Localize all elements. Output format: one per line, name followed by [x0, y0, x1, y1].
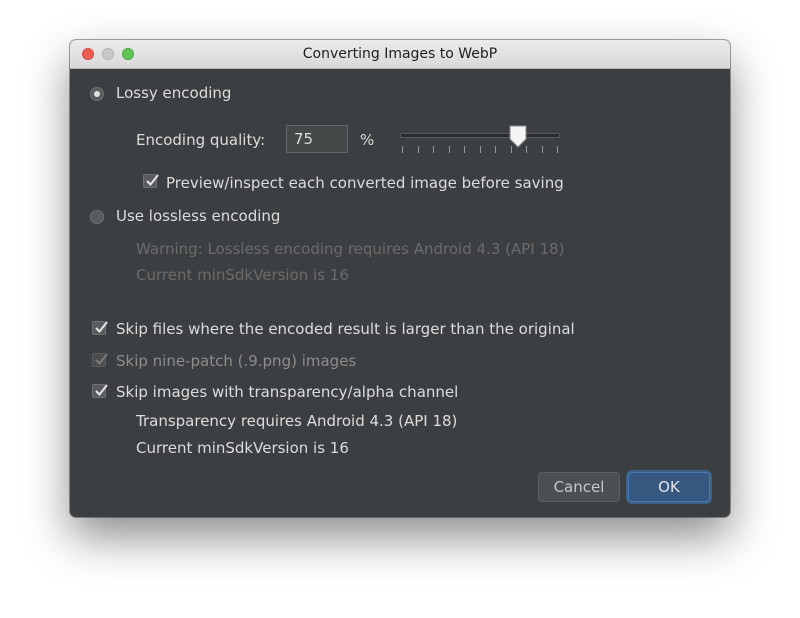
slider-tick-mark	[464, 146, 465, 153]
checkmark-icon	[95, 384, 108, 397]
skip-larger-files-checkbox[interactable]	[92, 321, 108, 335]
encoding-quality-label: Encoding quality:	[136, 131, 266, 149]
encoding-quality-input[interactable]	[286, 125, 348, 153]
preview-inspect-checkbox[interactable]	[143, 174, 159, 188]
slider-tick-mark	[449, 146, 450, 153]
slider-tick-mark	[495, 146, 496, 153]
lossless-encoding-radio[interactable]	[90, 210, 104, 224]
transparency-min-sdk-text: Current minSdkVersion is 16	[136, 439, 349, 457]
radio-selected-dot	[94, 91, 100, 97]
window-title: Converting Images to WebP	[302, 46, 498, 62]
slider-tick-mark	[557, 146, 558, 153]
quality-unit-label: %	[360, 131, 375, 149]
encoding-quality-slider-thumb[interactable]	[508, 125, 528, 149]
skip-transparency-label[interactable]: Skip images with transparency/alpha chan…	[116, 383, 458, 401]
lossless-encoding-label[interactable]: Use lossless encoding	[116, 207, 280, 225]
checkmark-icon	[95, 353, 108, 366]
slider-tick-mark	[418, 146, 419, 153]
cancel-button[interactable]: Cancel	[538, 472, 620, 502]
slider-tick-mark	[542, 146, 543, 153]
lossless-warning-text: Warning: Lossless encoding requires Andr…	[136, 240, 565, 258]
ok-button[interactable]: OK	[628, 472, 710, 502]
slider-tick-mark	[480, 146, 481, 153]
skip-nine-patch-checkbox	[92, 353, 108, 367]
skip-larger-files-label[interactable]: Skip files where the encoded result is l…	[116, 320, 575, 338]
skip-nine-patch-label: Skip nine-patch (.9.png) images	[116, 352, 357, 370]
checkmark-icon	[95, 321, 108, 334]
skip-transparency-checkbox[interactable]	[92, 384, 108, 398]
slider-tick-mark	[402, 146, 403, 153]
slider-tick-mark	[433, 146, 434, 153]
lossy-encoding-label[interactable]: Lossy encoding	[116, 84, 231, 102]
webp-conversion-dialog: Converting Images to WebP Lossy encoding…	[70, 40, 730, 517]
lossless-min-sdk-text: Current minSdkVersion is 16	[136, 266, 349, 284]
checkmark-icon	[146, 174, 159, 187]
encoding-quality-slider-track[interactable]	[400, 133, 560, 138]
preview-inspect-label[interactable]: Preview/inspect each converted image bef…	[166, 174, 564, 192]
transparency-requirement-text: Transparency requires Android 4.3 (API 1…	[136, 412, 458, 430]
title-bar: Converting Images to WebP	[70, 40, 730, 69]
lossy-encoding-radio[interactable]	[90, 87, 104, 101]
